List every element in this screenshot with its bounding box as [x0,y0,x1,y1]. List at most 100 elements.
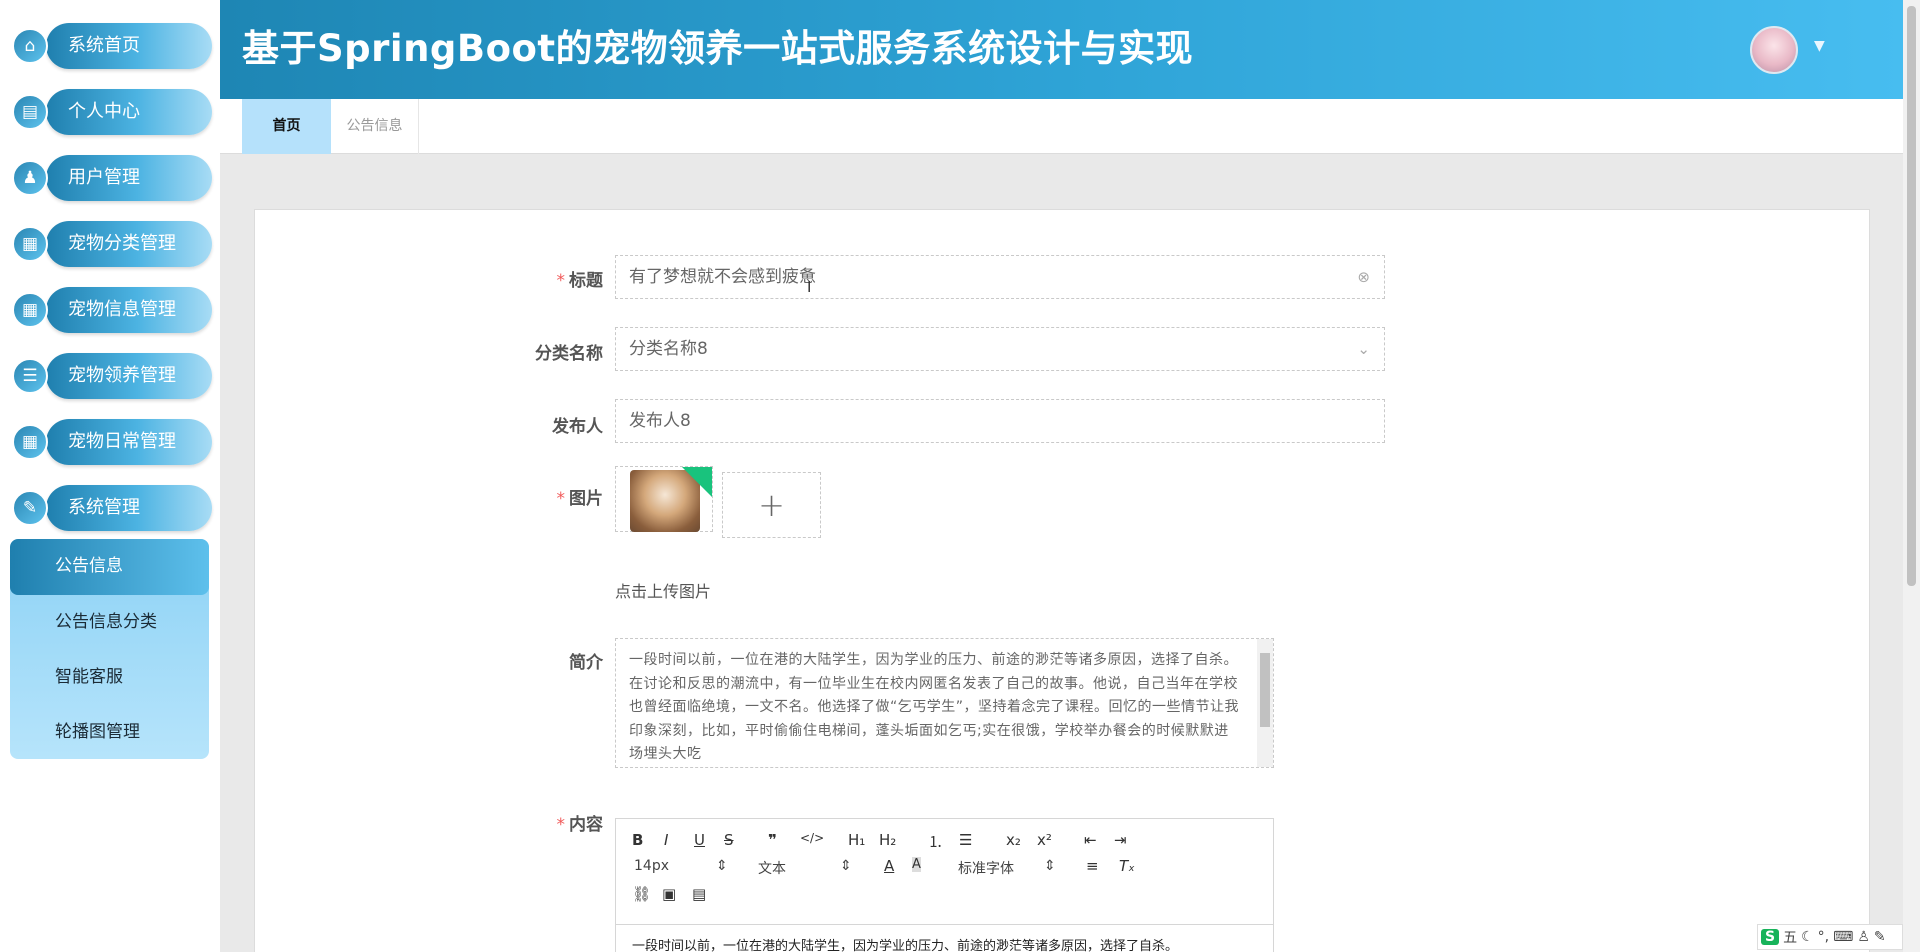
grid-icon: ▦ [12,292,48,328]
category-select[interactable]: 分类名称8 ⌄ [615,327,1385,371]
heading2-icon[interactable]: H₂ [879,831,896,849]
font-family-value: 标准字体 [958,861,1014,877]
sort-icon: ⇕ [716,858,728,874]
plus-icon: + [758,486,785,524]
category-select-value: 分类名称8 [629,339,708,359]
sidebar-item-pet-daily[interactable]: ▦ 宠物日常管理 [10,419,212,465]
tab-bar: 首页 公告信息 [220,99,1903,154]
sidebar-item-pet-adoption[interactable]: ☰ 宠物领养管理 [10,353,212,399]
sort-icon: ⇕ [1044,858,1056,874]
font-color-icon[interactable]: A [884,857,894,875]
indent-icon[interactable]: ⇥ [1114,831,1127,849]
bullet-list-icon[interactable]: ☰ [959,831,972,849]
scroll-thumb[interactable] [1907,6,1916,586]
tab-home[interactable]: 首页 [242,99,331,154]
ime-mode[interactable]: 五 [1783,927,1797,947]
chevron-down-icon: ⌄ [1357,340,1370,358]
submenu-item-chat-service[interactable]: 智能客服 [10,650,209,705]
image-label-text: 图片 [569,489,603,509]
sidebar-item-label: 个人中心 [46,89,212,135]
avatar[interactable] [1750,26,1798,74]
code-icon[interactable]: </> [800,831,824,845]
background-color-icon[interactable]: A [912,857,921,872]
wrench-icon[interactable]: ✎ [1874,929,1886,945]
clear-icon[interactable]: ⊗ [1357,256,1370,298]
subscript-icon[interactable]: x₂ [1006,831,1021,849]
keyboard-icon[interactable]: ⌨ [1833,929,1853,945]
image-icon[interactable]: ▣ [662,885,676,903]
rich-text-editor: B I U S ❞ </> H₁ H₂ ⒈ ☰ x₂ x² ⇤ ⇥ 14px ⇕… [615,818,1274,952]
submenu-item-notice-category[interactable]: 公告信息分类 [10,595,209,650]
category-label: 分类名称 [535,344,603,364]
sidebar-item-label: 系统管理 [46,485,212,531]
ordered-list-icon[interactable]: ⒈ [928,831,943,852]
title-label-text: 标题 [569,271,603,291]
required-mark: * [556,815,566,835]
publisher-input-value: 发布人8 [629,411,691,431]
sidebar-item-label: 宠物分类管理 [46,221,212,267]
upload-hint: 点击上传图片 [615,582,712,601]
title-label: * 标题 [463,266,604,291]
intro-textarea[interactable]: 一段时间以前，一位在港的大陆学生，因为学业的压力、前途的渺茫等诸多原因，选择了自… [615,638,1274,768]
sidebar-item-pet-category[interactable]: ▦ 宠物分类管理 [10,221,212,267]
content-label: * 内容 [463,810,604,835]
quote-icon[interactable]: ❞ [768,831,777,849]
settings-icon: ✎ [12,490,48,526]
page-scrollbar[interactable] [1903,0,1920,952]
image-label: * 图片 [463,484,604,509]
tab-notice[interactable]: 公告信息 [331,99,419,154]
form-card: * 标题 有了梦想就不会感到疲惫 ⊗ I 分类名称 分类名称8 ⌄ 发布人 发布人… [254,209,1870,952]
ime-toolbar: S 五 ☾ °, ⌨ ♙ ✎ [1757,924,1903,950]
app-root: ⌂ 系统首页 ▤ 个人中心 ♟ 用户管理 ▦ 宠物分类管理 ▦ 宠物信息管理 ☰… [0,0,1920,952]
content-label-text: 内容 [569,815,603,835]
sidebar-item-system[interactable]: ✎ 系统管理 [10,485,212,531]
font-family-select[interactable]: 标准字体 [958,858,1014,878]
underline-icon[interactable]: U [694,831,705,849]
link-icon[interactable]: ⛓ [632,885,651,903]
caret-down-icon[interactable]: ▼ [1814,38,1825,54]
uploaded-image-thumbnail[interactable] [615,466,713,532]
editor-content[interactable]: 一段时间以前，一位在港的大陆学生，因为学业的压力、前途的渺茫等诸多原因，选择了自… [632,935,1178,952]
editor-toolbar: B I U S ❞ </> H₁ H₂ ⒈ ☰ x₂ x² ⇤ ⇥ 14px ⇕… [616,819,1273,925]
publisher-input[interactable]: 发布人8 [615,399,1385,443]
clear-format-icon[interactable]: Tₓ [1119,857,1135,875]
add-image-button[interactable]: + [722,472,821,538]
profile-icon: ▤ [12,94,48,130]
sidebar-item-label: 宠物信息管理 [46,287,212,333]
sogou-logo-icon[interactable]: S [1761,929,1780,945]
user-icon[interactable]: ♙ [1857,929,1870,945]
italic-icon[interactable]: I [664,831,668,849]
outdent-icon[interactable]: ⇤ [1084,831,1097,849]
punctuation-icon[interactable]: °, [1818,929,1829,945]
required-mark: * [556,489,566,509]
sidebar-item-home[interactable]: ⌂ 系统首页 [10,23,212,69]
sidebar-item-label: 宠物日常管理 [46,419,212,465]
font-size-select[interactable]: 14px [634,858,669,874]
title-input[interactable]: 有了梦想就不会感到疲惫 ⊗ [615,255,1385,299]
intro-scrollbar[interactable] [1257,639,1273,767]
title-input-value: 有了梦想就不会感到疲惫 [629,267,816,287]
sidebar-item-users[interactable]: ♟ 用户管理 [10,155,212,201]
video-icon[interactable]: ▤ [692,885,706,903]
sidebar-item-label: 宠物领养管理 [46,353,212,399]
bold-icon[interactable]: B [632,831,643,849]
submenu-item-notice[interactable]: 公告信息 [10,539,209,595]
scroll-thumb[interactable] [1260,653,1270,727]
strike-icon[interactable]: S [724,831,734,849]
top-header: 基于SpringBoot的宠物领养一站式服务系统设计与实现 ▼ [220,0,1903,99]
submenu-item-carousel[interactable]: 轮播图管理 [10,705,209,759]
align-icon[interactable]: ≡ [1086,857,1099,875]
moon-icon[interactable]: ☾ [1801,929,1814,945]
superscript-icon[interactable]: x² [1037,831,1052,849]
sort-icon: ⇕ [840,858,852,874]
sidebar-item-pet-info[interactable]: ▦ 宠物信息管理 [10,287,212,333]
required-mark: * [556,271,566,291]
grid-icon: ▦ [12,424,48,460]
intro-label: 简介 [569,653,603,673]
sidebar-item-profile[interactable]: ▤ 个人中心 [10,89,212,135]
heading1-icon[interactable]: H₁ [848,831,865,849]
format-select[interactable]: 文本 [758,858,786,878]
font-size-value: 14px [634,858,669,874]
format-value: 文本 [758,861,786,877]
text-cursor-icon: I [807,278,812,296]
